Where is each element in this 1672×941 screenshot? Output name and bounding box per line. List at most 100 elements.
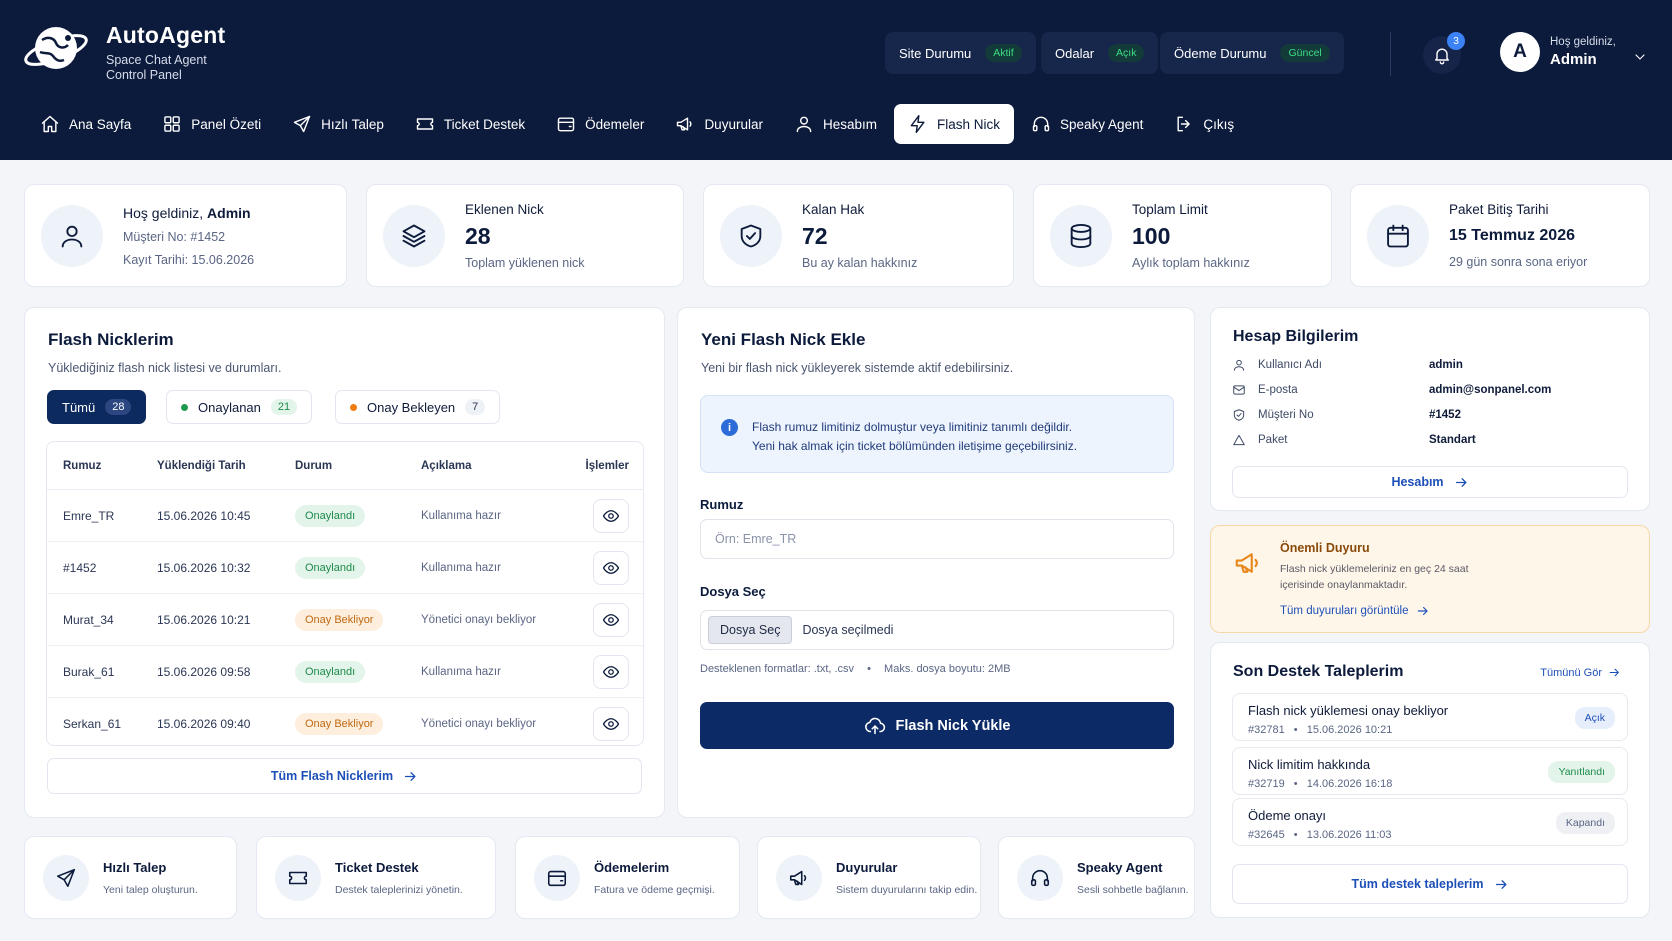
- all-announcements-link[interactable]: Tüm duyuruları görüntüle: [1280, 604, 1430, 618]
- cell-note: Kullanıma hazır: [421, 561, 501, 574]
- file-status: Dosya seçilmedi: [802, 623, 894, 637]
- view-button[interactable]: [593, 550, 629, 585]
- cell-nick: Burak_61: [63, 664, 115, 679]
- nick-input[interactable]: Örn: Emre_TR: [700, 519, 1174, 559]
- cell-nick: Serkan_61: [63, 717, 122, 731]
- table-header: Rumuz Yüklendiği Tarih Durum Açıklama İş…: [47, 442, 643, 490]
- nav-label: Çıkış: [1203, 116, 1235, 132]
- quick-card-odemelerim[interactable]: Ödemelerim Fatura ve ödeme geçmişi.: [515, 836, 740, 919]
- nav-item-hizli-talep[interactable]: Hızlı Talep: [278, 104, 398, 144]
- nav-item-hesabim[interactable]: Hesabım: [780, 104, 891, 144]
- eye-icon: [602, 715, 620, 733]
- announcement-text: içerisinde onaylanmaktadır.: [1280, 579, 1408, 591]
- status-site[interactable]: Site Durumu Aktif: [885, 32, 1036, 74]
- header-divider: [1390, 32, 1391, 76]
- all-support-requests-button[interactable]: Tüm destek taleplerim: [1232, 864, 1628, 904]
- eye-icon: [602, 559, 620, 577]
- file-select-button[interactable]: Dosya Seç: [708, 616, 793, 644]
- shield-icon: [1232, 408, 1246, 422]
- table-row: Murat_34 15.06.2026 10:21 Onay Bekliyor …: [47, 594, 643, 646]
- view-button[interactable]: [593, 707, 629, 741]
- tab-approved[interactable]: Onaylanan 21: [166, 390, 313, 424]
- hint-size: Maks. dosya boyutu: 2MB: [884, 663, 1011, 675]
- nav-item-duyurular[interactable]: Duyurular: [661, 104, 777, 144]
- user-icon: [794, 114, 814, 134]
- cell-date: 15.06.2026 10:45: [157, 508, 251, 523]
- announcement-title: Önemli Duyuru: [1280, 541, 1370, 555]
- cell-date: 15.06.2026 09:40: [157, 717, 251, 731]
- arrow-right-icon: [1494, 877, 1509, 892]
- nick-label: Rumuz: [700, 497, 744, 512]
- view-button[interactable]: [593, 654, 629, 689]
- quick-card-ticket-destek[interactable]: Ticket Destek Destek taleplerinizi yönet…: [256, 836, 496, 919]
- account-row: Paket Standart: [1232, 433, 1632, 447]
- quick-card-duyurular[interactable]: Duyurular Sistem duyurularını takip edin…: [757, 836, 981, 919]
- status-label: Odalar: [1055, 45, 1095, 61]
- nav-label: Speaky Agent: [1060, 116, 1144, 132]
- hint-formats: Desteklenen formatlar: .txt, .csv: [700, 663, 855, 675]
- nav-item-cikis[interactable]: Çıkış: [1160, 104, 1248, 144]
- request-title: Flash nick yüklemesi onay bekliyor: [1248, 703, 1449, 718]
- nav-item-odemeler[interactable]: Ödemeler: [542, 104, 658, 144]
- nav-item-flash-nick[interactable]: Flash Nick: [894, 104, 1015, 144]
- support-request-item[interactable]: Ödeme onayı #32645 • 13.06.2026 11:03 Ka…: [1232, 798, 1628, 846]
- cell-nick: Murat_34: [63, 612, 114, 627]
- col-header: Yüklendiği Tarih: [157, 459, 246, 472]
- quick-card-speaky-agent[interactable]: Speaky Agent Sesli sohbetle bağlanın.: [998, 836, 1195, 919]
- mail-icon: [1232, 383, 1246, 397]
- upload-flash-nick-button[interactable]: Flash Nick Yükle: [700, 702, 1174, 749]
- col-header: İşlemler: [585, 459, 629, 472]
- brand-logo[interactable]: AutoAgent Space Chat Agent Control Panel: [22, 18, 225, 83]
- see-all-link[interactable]: Tümünü Gör: [1540, 666, 1621, 679]
- link-label: Tümünü Gör: [1540, 666, 1602, 679]
- quick-title: Hızlı Talep: [103, 859, 167, 875]
- file-hint: Desteklenen formatlar: .txt, .csv • Maks…: [700, 663, 1011, 675]
- stat-sub: Toplam yüklenen nick: [465, 255, 585, 270]
- brand-name: AutoAgent: [106, 22, 226, 48]
- bell-icon: [1432, 45, 1452, 65]
- link-label: Tüm duyuruları görüntüle: [1280, 605, 1409, 617]
- section-title: Hesap Bilgilerim: [1233, 328, 1359, 345]
- tab-pending[interactable]: Onay Bekleyen 7: [335, 390, 501, 424]
- status-badge: Açık: [1574, 707, 1615, 729]
- quick-card-hizli-talep[interactable]: Hızlı Talep Yeni talep oluşturun.: [24, 836, 237, 919]
- layers-icon: [383, 204, 445, 267]
- tab-label: Onay Bekleyen: [367, 399, 456, 415]
- view-button[interactable]: [593, 498, 629, 533]
- button-label: Tüm destek taleplerim: [1351, 877, 1484, 891]
- welcome-prefix: Hoş geldiniz,: [123, 204, 204, 221]
- support-request-item[interactable]: Flash nick yüklemesi onay bekliyor #3278…: [1232, 693, 1628, 741]
- all-flash-nicks-button[interactable]: Tüm Flash Nicklerim: [47, 758, 642, 794]
- cell-note: Kullanıma hazır: [421, 509, 501, 522]
- status-payment[interactable]: Ödeme Durumu Güncel: [1160, 32, 1344, 74]
- user-icon: [41, 204, 103, 267]
- nav-item-panel-ozeti[interactable]: Panel Özeti: [148, 104, 275, 144]
- quick-title: Ticket Destek: [335, 859, 419, 875]
- support-request-item[interactable]: Nick limitim hakkında #32719 • 14.06.202…: [1232, 747, 1628, 795]
- stat-total-limit: Toplam Limit 100 Aylık toplam hakkınız: [1033, 184, 1332, 287]
- status-badge: Yanıtlandı: [1548, 761, 1615, 783]
- status-badge: Açık: [1108, 44, 1145, 62]
- calendar-icon: [1367, 204, 1429, 267]
- table-row: #1452 15.06.2026 10:32 Onaylandı Kullanı…: [47, 542, 643, 594]
- account-value: admin@sonpanel.com: [1429, 384, 1552, 396]
- stat-value: 15 Temmuz 2026: [1449, 227, 1575, 244]
- nav-item-speaky-agent[interactable]: Speaky Agent: [1017, 104, 1157, 144]
- account-key: E-posta: [1258, 384, 1298, 396]
- status-rooms[interactable]: Odalar Açık: [1041, 32, 1159, 74]
- nav-label: Hesabım: [822, 116, 877, 132]
- customer-number: Müşteri No: #1452: [123, 229, 226, 244]
- cloud-upload-icon: [864, 715, 886, 737]
- shield-check-icon: [720, 204, 782, 267]
- nav-item-ticket-destek[interactable]: Ticket Destek: [401, 104, 539, 144]
- flash-nick-table: Rumuz Yüklendiği Tarih Durum Açıklama İş…: [46, 441, 644, 746]
- view-button[interactable]: [593, 602, 629, 637]
- my-account-button[interactable]: Hesabım: [1232, 466, 1628, 498]
- stat-value: 72: [802, 222, 828, 249]
- tab-all[interactable]: Tümü 28: [47, 390, 147, 424]
- tab-label: Onaylanan: [198, 399, 261, 415]
- file-label: Dosya Seç: [700, 584, 766, 599]
- user-menu[interactable]: A Hoş geldiniz, Admin: [1500, 32, 1648, 72]
- nav-item-ana-sayfa[interactable]: Ana Sayfa: [26, 104, 145, 144]
- tab-count: 21: [270, 399, 298, 415]
